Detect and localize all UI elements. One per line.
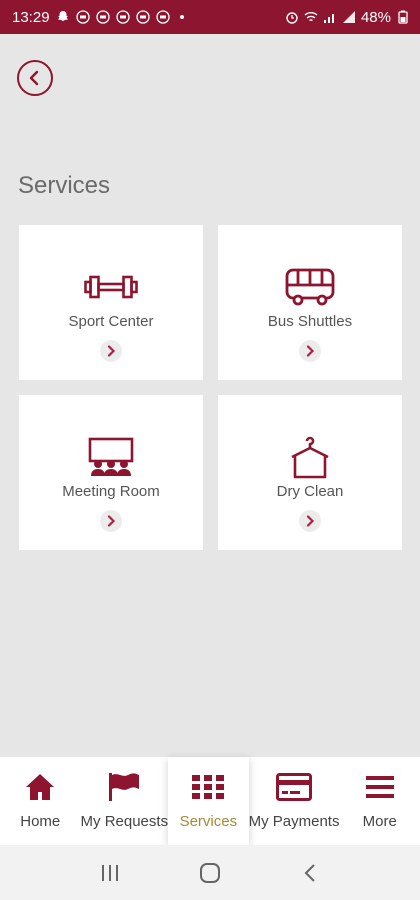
- message-icon: [95, 10, 110, 24]
- meeting-room-icon: [87, 437, 135, 477]
- dumbbell-icon: [84, 267, 138, 307]
- nav-item-my-payments[interactable]: My Payments: [248, 757, 340, 845]
- service-card-sport-center[interactable]: Sport Center: [19, 225, 203, 380]
- recents-icon: [102, 864, 118, 881]
- message-icon: [115, 10, 130, 24]
- battery-icon: [398, 10, 408, 24]
- nav-label: Services: [179, 813, 238, 830]
- notification-dot-icon: [179, 15, 184, 19]
- page-title: Services: [18, 172, 111, 199]
- nav-item-services[interactable]: Services: [168, 757, 249, 845]
- service-card-meeting-room[interactable]: Meeting Room: [19, 395, 203, 550]
- message-icon: [135, 10, 150, 24]
- bottom-nav: Home My Requests Services My Payments Mo…: [0, 757, 420, 845]
- nav-label: My Payments: [248, 813, 340, 830]
- service-label: Meeting Room: [62, 483, 160, 500]
- flag-icon: [107, 771, 141, 803]
- nav-item-home[interactable]: Home: [0, 757, 81, 845]
- home-icon: [25, 771, 55, 803]
- service-card-dry-clean[interactable]: Dry Clean: [218, 395, 402, 550]
- signal-icon: [323, 14, 334, 23]
- recents-button[interactable]: [90, 858, 130, 888]
- back-system-button[interactable]: [290, 858, 330, 888]
- back-button[interactable]: [17, 60, 53, 96]
- chevron-right-icon[interactable]: [299, 510, 321, 532]
- card-icon: [276, 771, 313, 803]
- nav-item-more[interactable]: More: [339, 757, 420, 845]
- message-icon: [75, 10, 90, 24]
- wifi-icon: [304, 12, 318, 22]
- nav-label: Home: [20, 813, 61, 830]
- chevron-right-icon[interactable]: [299, 340, 321, 362]
- chevron-left-icon: [29, 70, 39, 86]
- service-card-bus-shuttles[interactable]: Bus Shuttles: [218, 225, 402, 380]
- nav-label: My Requests: [80, 813, 169, 830]
- home-circle-icon: [200, 862, 220, 883]
- menu-icon: [365, 771, 395, 803]
- signal-icon: [342, 11, 355, 23]
- hanger-icon: [290, 436, 330, 479]
- back-chevron-icon: [304, 863, 315, 882]
- service-label: Sport Center: [68, 313, 154, 330]
- nav-item-my-requests[interactable]: My Requests: [80, 757, 169, 845]
- chevron-right-icon[interactable]: [100, 340, 122, 362]
- service-label: Dry Clean: [276, 483, 344, 500]
- message-icon: [155, 10, 170, 24]
- nav-label: More: [362, 813, 397, 830]
- status-time: 13:29: [12, 8, 50, 26]
- system-nav-bar: [0, 845, 420, 900]
- snapchat-icon: [57, 11, 68, 21]
- bus-icon: [285, 267, 335, 307]
- battery-percent: 48%: [360, 8, 391, 26]
- alarm-icon: [286, 12, 298, 24]
- status-bar: 13:29 48%: [0, 0, 420, 34]
- home-system-button[interactable]: [190, 858, 230, 888]
- service-label: Bus Shuttles: [267, 313, 353, 330]
- grid-icon: [191, 771, 225, 803]
- chevron-right-icon[interactable]: [100, 510, 122, 532]
